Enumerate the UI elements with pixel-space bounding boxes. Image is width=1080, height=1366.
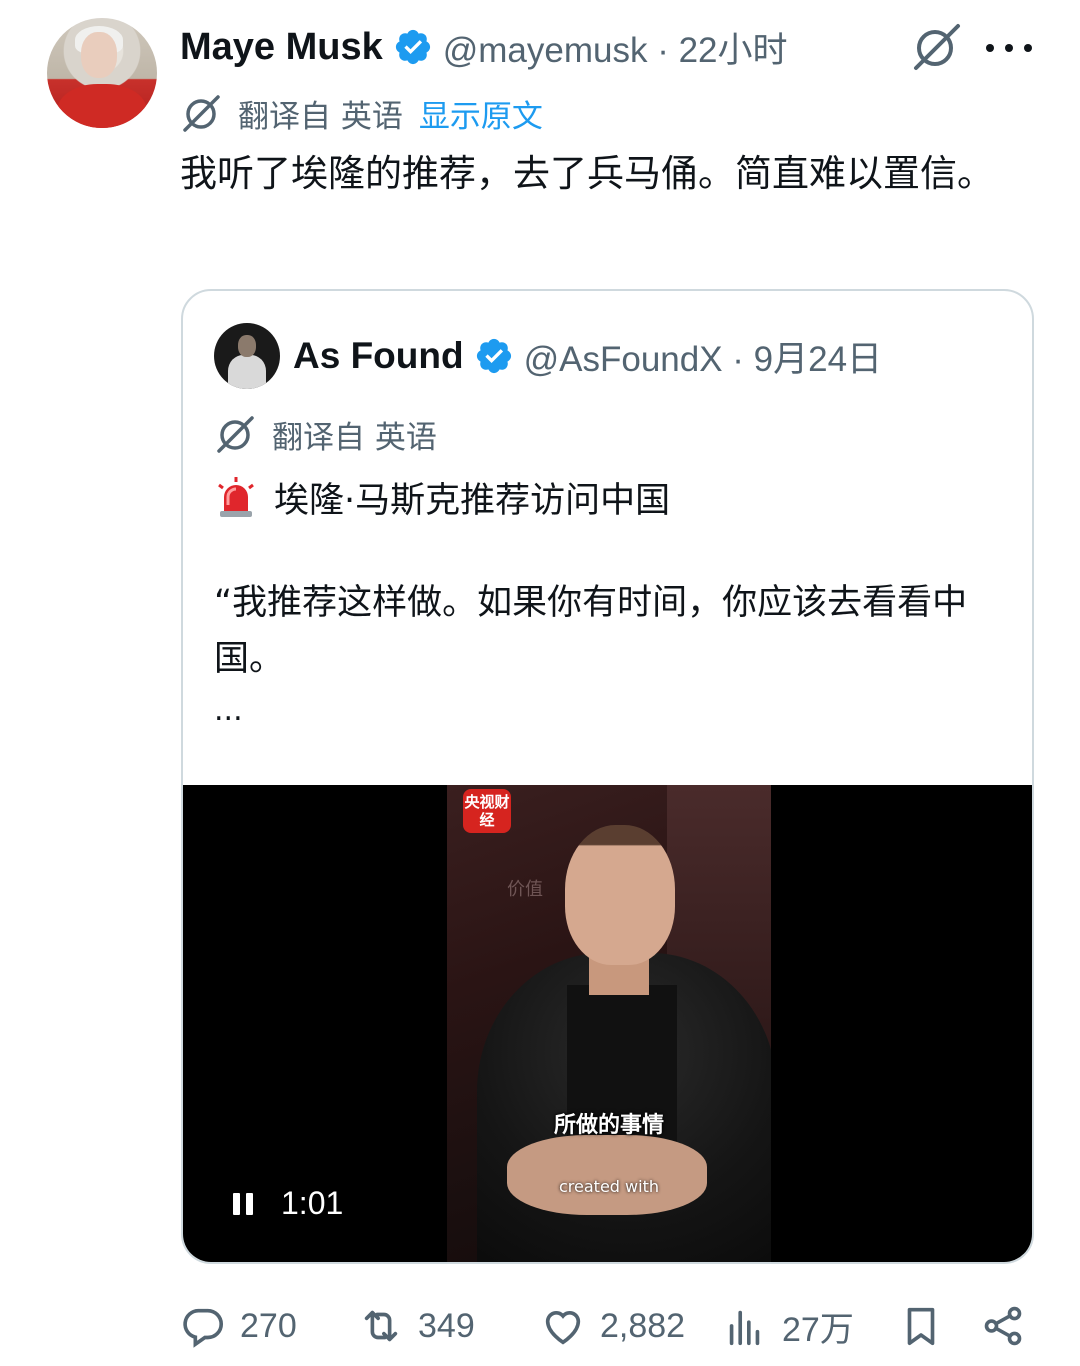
tweet-text: 我听了埃隆的推荐，去了兵马俑。简直难以置信。	[180, 152, 994, 195]
quoted-translation-notice: 翻译自 英语	[214, 411, 437, 457]
siren-icon	[218, 477, 254, 517]
show-original-link[interactable]: 显示原文	[419, 91, 543, 136]
repost-icon	[364, 1310, 398, 1342]
repost-button[interactable]: 349	[358, 1298, 475, 1354]
translated-from-label: 翻译自 英语	[238, 98, 403, 135]
author-name[interactable]: Maye Musk	[180, 26, 383, 69]
quoted-author-avatar[interactable]	[214, 323, 280, 389]
video-watermark: created with	[559, 1177, 659, 1196]
video-player[interactable]: 价值 央视财经 所做的事情 created with 1:01	[183, 785, 1032, 1262]
bookmark-icon	[907, 1307, 935, 1346]
tweet-header: Maye Musk @mayemusk · 22小时	[180, 22, 788, 72]
more-icon[interactable]	[986, 28, 1032, 68]
like-count: 2,882	[600, 1306, 686, 1345]
quoted-body: “我推荐这样做。如果你有时间，你应该去看看中国。	[214, 583, 968, 679]
translation-notice: 翻译自 英语 显示原文	[180, 90, 543, 136]
video-subtitle: 所做的事情	[553, 1113, 664, 1138]
translate-globe-icon	[217, 416, 254, 453]
reply-button[interactable]: 270	[180, 1298, 297, 1354]
views-count: 27万	[782, 1310, 854, 1349]
pause-icon[interactable]	[233, 1193, 253, 1215]
verified-icon	[476, 338, 511, 374]
video-frame: 价值 央视财经 所做的事情 created with	[447, 785, 771, 1262]
repost-count: 349	[418, 1306, 475, 1345]
reply-count: 270	[240, 1306, 297, 1345]
bookmark-button[interactable]	[898, 1298, 958, 1354]
quoted-author-name[interactable]: As Found	[293, 335, 464, 377]
video-wall-text: 价值	[507, 879, 543, 900]
quoted-ellipsis: ...	[214, 693, 243, 728]
quoted-tweet[interactable]: As Found @AsFoundX · 9月24日 翻译自 英语 埃隆·马斯克…	[181, 289, 1034, 1264]
quoted-header: As Found @AsFoundX · 9月24日	[293, 331, 882, 381]
verified-icon	[395, 29, 430, 65]
quoted-headline-row: 埃隆·马斯克推荐访问中国	[214, 469, 670, 525]
share-button[interactable]	[980, 1298, 1040, 1354]
share-icon	[984, 1306, 1022, 1346]
translate-globe-icon	[183, 95, 220, 132]
tweet-actions: 270 349 2,882 27万	[180, 1298, 1040, 1354]
like-icon	[545, 1311, 581, 1345]
author-handle-time[interactable]: @mayemusk · 22小时	[443, 22, 788, 73]
video-time: 1:01	[281, 1185, 344, 1221]
grok-icon[interactable]	[908, 20, 962, 74]
like-button[interactable]: 2,882	[540, 1298, 685, 1354]
quoted-translated-label: 翻译自 英语	[272, 419, 437, 456]
quoted-headline: 埃隆·马斯克推荐访问中国	[274, 480, 671, 521]
cctv-finance-logo: 央视财经	[463, 789, 511, 833]
reply-icon	[183, 1308, 224, 1348]
quoted-handle-time[interactable]: @AsFoundX · 9月24日	[524, 331, 882, 382]
views-icon	[729, 1310, 760, 1346]
author-avatar[interactable]	[47, 18, 157, 128]
views-button[interactable]: 27万	[722, 1298, 854, 1354]
